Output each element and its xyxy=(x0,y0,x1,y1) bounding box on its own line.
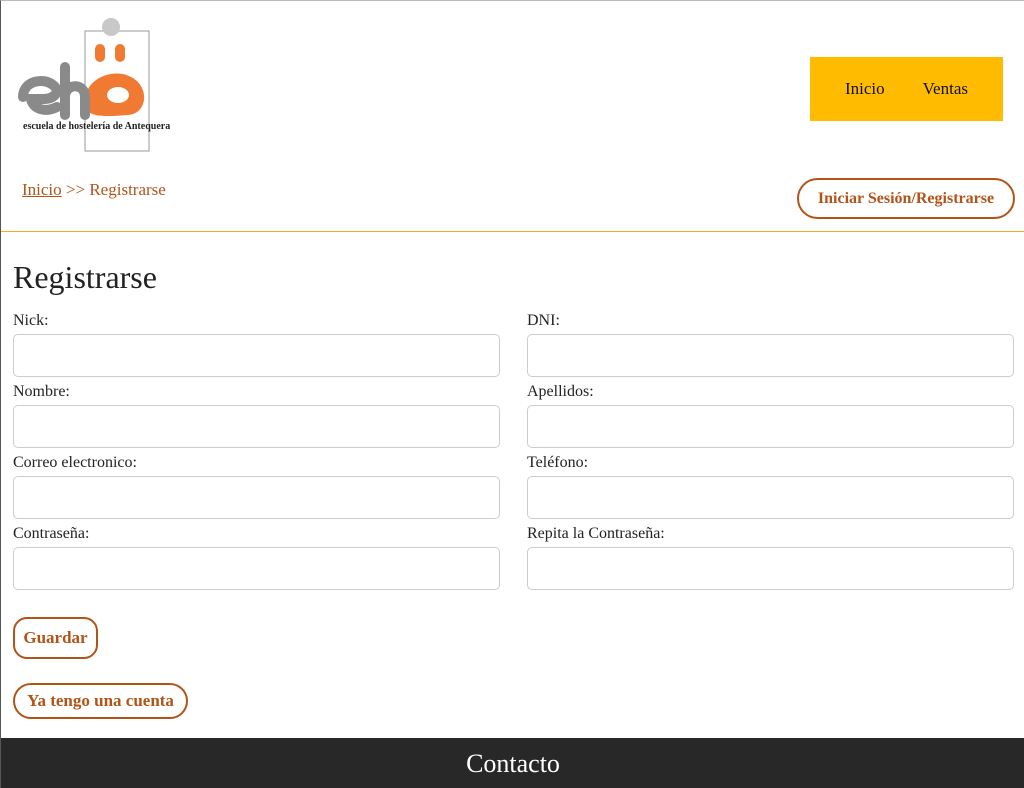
nombre-label: Nombre: xyxy=(13,383,70,400)
nombre-input[interactable] xyxy=(13,405,500,448)
repeat-password-input[interactable] xyxy=(527,547,1014,590)
apellidos-input[interactable] xyxy=(527,405,1014,448)
telefono-field-group: Teléfono: xyxy=(527,454,1014,519)
password-field-group: Contraseña: xyxy=(13,525,500,590)
have-account-button[interactable]: Ya tengo una cuenta xyxy=(13,683,188,719)
logo-subtitle: escuela de hostelería de Antequera xyxy=(23,121,171,132)
breadcrumb-separator: >> xyxy=(65,180,86,199)
email-field-group: Correo electronico: xyxy=(13,454,500,519)
nombre-field-group: Nombre: xyxy=(13,383,500,448)
footer-title: Contacto xyxy=(466,748,560,778)
nav-item-ventas[interactable]: Ventas xyxy=(923,79,968,99)
header-divider xyxy=(1,231,1024,232)
telefono-input[interactable] xyxy=(527,476,1014,519)
breadcrumb-current: Registrarse xyxy=(89,180,166,199)
save-button[interactable]: Guardar xyxy=(13,617,98,659)
apellidos-label: Apellidos: xyxy=(527,383,594,400)
logo-graphic xyxy=(18,18,150,152)
password-label: Contraseña: xyxy=(13,525,90,542)
apellidos-field-group: Apellidos: xyxy=(527,383,1014,448)
login-register-button[interactable]: Iniciar Sesión/Registrarse xyxy=(797,178,1015,219)
telefono-label: Teléfono: xyxy=(527,454,589,471)
email-label: Correo electronico: xyxy=(13,454,137,471)
nav-item-inicio[interactable]: Inicio xyxy=(845,79,885,99)
nick-field-group: Nick: xyxy=(13,312,500,377)
password-input[interactable] xyxy=(13,547,500,590)
email-input[interactable] xyxy=(13,476,500,519)
nick-label: Nick: xyxy=(13,312,49,329)
page-title: Registrarse xyxy=(13,259,157,295)
footer: Contacto xyxy=(1,738,1024,788)
breadcrumb-home-link[interactable]: Inicio xyxy=(22,180,62,199)
site-logo[interactable]: escuela de hostelería de Antequera xyxy=(15,17,185,155)
top-nav: Inicio Ventas xyxy=(810,57,1003,121)
dni-label: DNI: xyxy=(527,312,560,329)
nick-input[interactable] xyxy=(13,334,500,377)
dni-field-group: DNI: xyxy=(527,312,1014,377)
repeat-password-field-group: Repita la Contraseña: xyxy=(527,525,1014,590)
breadcrumb: Inicio >> Registrarse xyxy=(22,180,166,200)
repeat-password-label: Repita la Contraseña: xyxy=(527,525,665,542)
dni-input[interactable] xyxy=(527,334,1014,377)
page-frame: escuela de hostelería de Antequera Inici… xyxy=(0,0,1024,788)
